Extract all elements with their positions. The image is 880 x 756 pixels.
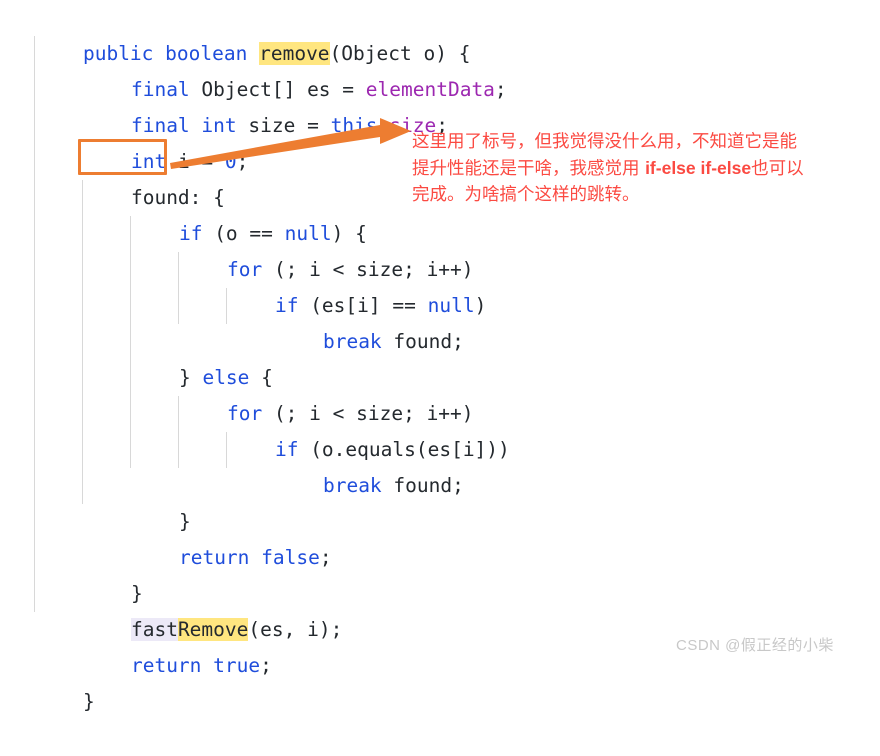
code-line-10: } else { — [132, 324, 273, 389]
code-line-14: } — [132, 468, 191, 533]
token-label-ref-found: found; — [381, 474, 464, 497]
code-line-6: if (o == null) { — [132, 180, 367, 245]
code-line-12: if (o.equals(es[i])) — [228, 396, 510, 461]
code-line-9: break found; — [276, 288, 464, 353]
code-editor-pane: public boolean remove(Object o) { final … — [0, 0, 880, 713]
token-keyword-break: break — [322, 330, 382, 353]
code-line-16: } — [84, 540, 143, 605]
code-line-11: for (; i < size; i++) — [180, 360, 474, 425]
indent-guide-level-4b — [178, 396, 179, 468]
annotation-line-2c: 也可以 — [751, 159, 804, 179]
token-keyword-return: return — [178, 546, 250, 569]
token-paren-close: ) — [474, 294, 487, 317]
indent-guide-level-3 — [130, 216, 131, 468]
indent-guide-level-1 — [34, 36, 35, 612]
watermark: CSDN @假正经的小柴 — [676, 637, 834, 654]
annotation-arrow-icon — [170, 118, 411, 169]
code-line-2: final Object[] es = elementData; — [84, 36, 507, 101]
token-brace-close: } — [82, 690, 95, 713]
token-label-ref-found: found; — [381, 330, 464, 353]
indent-guide-level-4 — [178, 252, 179, 324]
annotation-line-2b-latin: if-else if-else — [645, 158, 752, 178]
annotation-line-3: 完成。为啥搞个这样的跳转。 — [412, 185, 640, 205]
code-line-15: return false; — [132, 504, 332, 569]
code-line-13: break found; — [276, 432, 464, 497]
code-line-7: for (; i < size; i++) — [180, 216, 474, 281]
code-line-3: final int size = this.size; — [84, 72, 448, 137]
annotation-line-2a: 提升性能还是干啥，我感觉用 — [412, 159, 646, 179]
annotation-line-1: 这里用了标号，但我觉得没什么用，不知道它是能 — [412, 132, 797, 152]
code-line-8: if (es[i] == null) — [228, 252, 486, 317]
code-line-19: } — [36, 648, 95, 713]
token-semicolon: ; — [494, 78, 507, 101]
annotation-text: 这里用了标号，但我觉得没什么用，不知道它是能 提升性能还是干啥，我感觉用 if-… — [412, 129, 880, 208]
code-line-17: fastRemove(es, i); — [84, 576, 342, 641]
token-keyword-false: false — [261, 546, 320, 569]
indent-guide-level-2 — [82, 180, 83, 504]
indent-guide-level-5b — [226, 432, 227, 468]
token-semicolon: ; — [319, 546, 332, 569]
code-line-1: public boolean remove(Object o) { — [36, 0, 470, 65]
indent-guide-level-5 — [226, 288, 227, 324]
code-line-18: return true; — [84, 612, 272, 677]
token-keyword-break: break — [322, 474, 382, 497]
